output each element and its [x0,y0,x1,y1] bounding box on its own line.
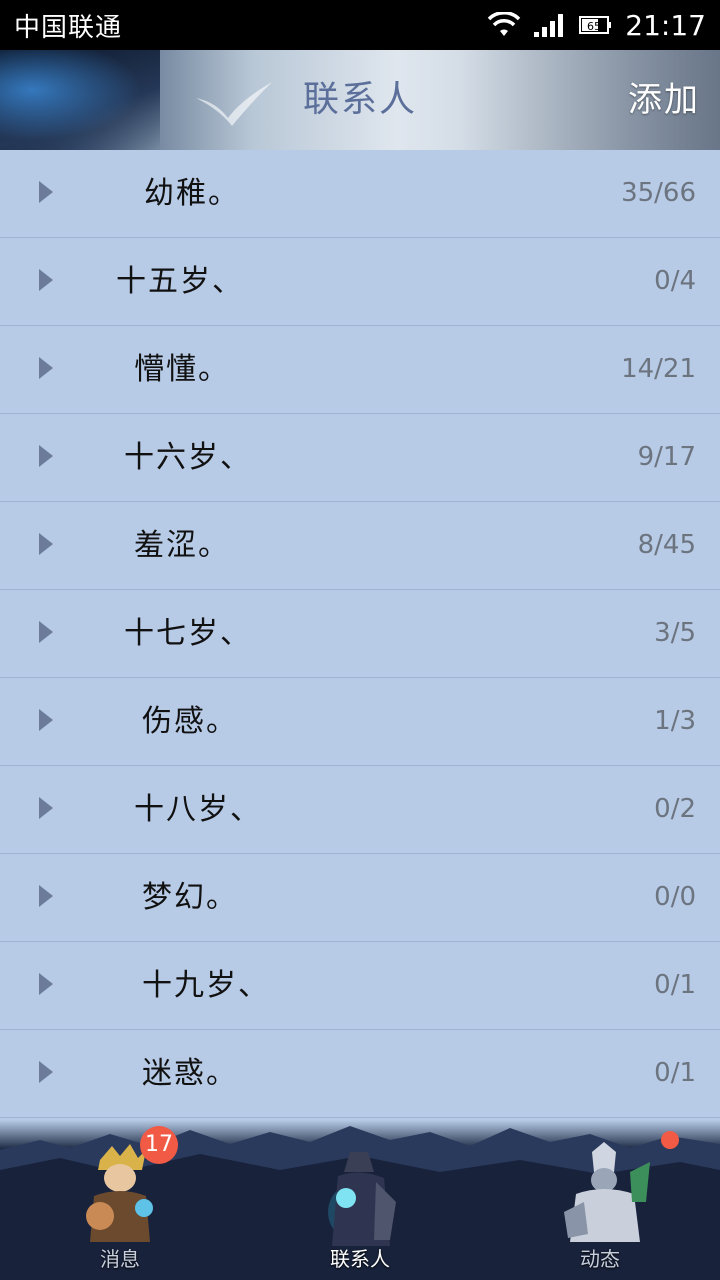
group-name: 十七岁、 [124,616,252,651]
expand-arrow-icon [39,533,53,555]
group-name: 迷惑。 [142,1056,238,1091]
expand-arrow-icon [39,709,53,731]
add-button[interactable]: 添加 [628,50,700,150]
expand-arrow-icon [39,885,53,907]
group-name: 幼稚。 [144,176,240,211]
group-count: 0/2 [654,794,696,824]
expand-arrow-icon [39,621,53,643]
wifi-icon [487,12,521,38]
group-count: 35/66 [621,178,696,208]
group-name: 伤感。 [142,704,238,739]
group-row[interactable]: 十六岁、 9/17 [0,414,720,502]
group-row[interactable]: 十八岁、 0/2 [0,766,720,854]
contacts-hero-icon [328,1152,396,1246]
page-title: 联系人 [302,79,417,120]
group-count: 0/1 [654,1058,696,1088]
nav-tab-label: 消息 [100,1247,140,1271]
expand-arrow-icon [39,181,53,203]
battery-level: 65 [587,20,601,33]
group-count: 3/5 [654,618,696,648]
group-name: 十六岁、 [124,440,252,475]
group-name: 十八岁、 [134,792,262,827]
expand-arrow-icon [39,357,53,379]
group-row[interactable]: 伤感。 1/3 [0,678,720,766]
feed-hero-icon [564,1142,650,1242]
nav-tab-label: 联系人 [330,1247,390,1271]
battery-icon: 65 [579,15,613,35]
group-row[interactable]: 十九岁、 0/1 [0,942,720,1030]
group-row[interactable]: 十七岁、 3/5 [0,590,720,678]
bottom-nav: 消息 联系人 动态 [0,1120,720,1280]
nav-tab-feed[interactable]: 动态 [520,1142,680,1272]
group-count: 8/45 [637,530,696,560]
nav-tab-label: 动态 [580,1247,620,1271]
group-row[interactable]: 羞涩。 8/45 [0,502,720,590]
group-row[interactable]: 梦幻。 0/0 [0,854,720,942]
expand-arrow-icon [39,797,53,819]
signal-icon [533,12,567,38]
group-name: 十五岁、 [116,264,244,299]
group-row[interactable]: 十五岁、 0/4 [0,238,720,326]
nav-tab-contacts[interactable]: 联系人 [280,1142,440,1272]
status-bar: 中国联通 65 21:17 [0,0,720,50]
group-name: 羞涩。 [134,528,230,563]
expand-arrow-icon [39,1061,53,1083]
group-count: 14/21 [621,354,696,384]
group-row[interactable]: 迷惑。 0/1 [0,1030,720,1118]
group-row[interactable]: 懵懂。 14/21 [0,326,720,414]
group-count: 0/4 [654,266,696,296]
new-activity-dot [661,1131,679,1149]
carrier-name: 中国联通 [14,12,123,43]
group-count: 0/1 [654,970,696,1000]
status-icons: 65 21:17 [487,9,706,42]
group-count: 0/0 [654,882,696,912]
group-name: 十九岁、 [142,968,270,1003]
header-bar: 联系人 添加 [0,50,720,150]
contact-group-list: 幼稚。 35/66 十五岁、 0/4 懵懂。 14/21 十六岁、 9/17 羞… [0,150,720,1140]
expand-arrow-icon [39,973,53,995]
group-row[interactable]: 幼稚。 35/66 [0,150,720,238]
group-count: 9/17 [637,442,696,472]
unread-count-badge: 17 [140,1126,178,1164]
clock: 21:17 [625,8,706,42]
group-name: 梦幻。 [142,880,238,915]
nav-tab-messages[interactable]: 消息 [40,1142,200,1272]
group-name: 懵懂。 [134,352,230,387]
group-count: 1/3 [654,706,696,736]
expand-arrow-icon [39,445,53,467]
expand-arrow-icon [39,269,53,291]
